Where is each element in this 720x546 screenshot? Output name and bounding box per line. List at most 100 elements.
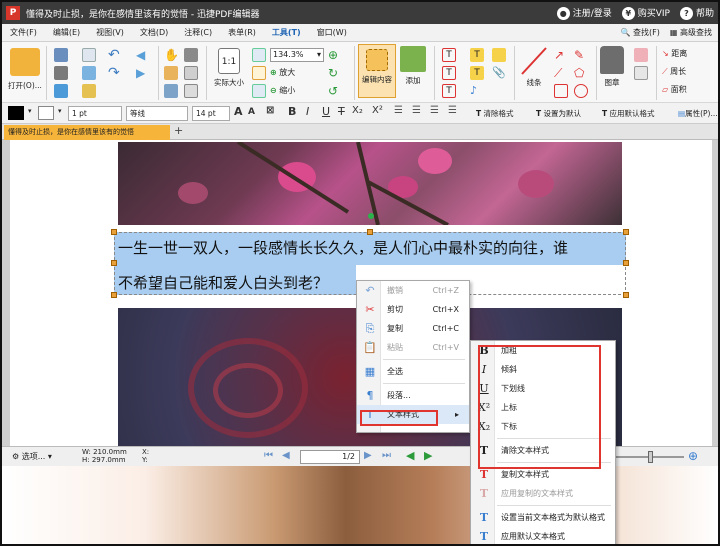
resize-handle[interactable]: [111, 229, 117, 235]
zoom-in-icon[interactable]: ⊕: [688, 449, 698, 463]
font-family-select[interactable]: 等线: [126, 106, 188, 121]
camera-icon[interactable]: [184, 48, 198, 62]
resize-handle[interactable]: [367, 229, 373, 235]
vip-button[interactable]: ¥ 购买VIP: [621, 6, 670, 20]
fit-page-icon[interactable]: [252, 48, 266, 62]
clear-format-button[interactable]: T 清除格式: [476, 108, 514, 119]
back-view-icon[interactable]: ◀: [406, 449, 414, 462]
underline-button[interactable]: U: [322, 105, 330, 118]
zoom-out-button[interactable]: ⊖ 缩小: [270, 85, 295, 96]
table-select-icon[interactable]: [184, 66, 198, 80]
char-spacing-icon[interactable]: ⊠: [266, 105, 274, 116]
resize-handle[interactable]: [623, 260, 629, 266]
tab-document[interactable]: 懂得及时止损，是你在感情里该有的觉悟: [4, 125, 170, 140]
italic-button[interactable]: I: [306, 105, 309, 118]
polyline-icon[interactable]: ⟋: [554, 66, 568, 80]
back-icon[interactable]: ◀: [136, 48, 150, 62]
align-left-icon[interactable]: ☰: [394, 105, 403, 116]
chevron-down-icon[interactable]: ▾: [28, 107, 32, 115]
actual-size-button[interactable]: 1:1 实际大小: [214, 48, 244, 88]
shrink-font-icon[interactable]: A: [248, 107, 255, 117]
help-button[interactable]: ? 帮助: [679, 6, 714, 20]
submenu-item[interactable]: T 应用复制的文本样式: [471, 484, 615, 503]
callout-icon[interactable]: T: [442, 84, 456, 98]
context-menu-item[interactable]: 📋 粘贴 Ctrl+V: [357, 338, 469, 357]
zoom-select[interactable]: 134.3% ▾: [270, 48, 324, 62]
rectangle-icon[interactable]: [554, 84, 568, 98]
menu-view[interactable]: 视图(V): [88, 27, 132, 38]
line-width-select[interactable]: 1 pt: [68, 106, 122, 121]
apply-default-button[interactable]: T 应用默认格式: [602, 108, 655, 119]
menu-file[interactable]: 文件(F): [2, 27, 45, 38]
text-line[interactable]: 不希望自己能和爱人白头到老？: [118, 272, 328, 293]
arrow-icon[interactable]: ↗: [554, 48, 568, 62]
ellipse-icon[interactable]: [574, 84, 588, 98]
highlight-area-icon[interactable]: [634, 66, 648, 80]
context-menu-item[interactable]: ✂ 剪切 Ctrl+X: [357, 300, 469, 319]
align-right-icon[interactable]: ☰: [430, 105, 439, 116]
resize-handle[interactable]: [111, 260, 117, 266]
next-page-icon[interactable]: ▶: [364, 450, 372, 461]
resize-handle[interactable]: [111, 292, 117, 298]
stamp-button[interactable]: 图章: [600, 46, 624, 88]
strikethrough-button[interactable]: T: [338, 105, 345, 118]
fit-width-icon[interactable]: [252, 66, 266, 80]
sticky-note-icon[interactable]: [492, 48, 506, 62]
find-button[interactable]: 🔍 查找(F): [621, 27, 660, 38]
zoom-slider-thumb[interactable]: [648, 451, 653, 463]
cloud-icon[interactable]: [82, 66, 96, 80]
text-box-icon[interactable]: T: [442, 48, 456, 62]
typewriter-icon[interactable]: T: [442, 66, 456, 80]
note-icon[interactable]: T: [470, 66, 484, 80]
forward-icon[interactable]: ▶: [136, 66, 150, 80]
chevron-down-icon[interactable]: ▾: [58, 107, 62, 115]
menu-document[interactable]: 文档(D): [132, 27, 176, 38]
hand-tool-icon[interactable]: ✋: [164, 48, 179, 62]
stroke-color-swatch[interactable]: [38, 106, 54, 120]
add-button[interactable]: 添加: [400, 46, 426, 86]
search-doc-icon[interactable]: [82, 84, 96, 98]
fill-color-swatch[interactable]: [8, 106, 24, 120]
select-text-icon[interactable]: [164, 66, 178, 80]
text-comment-icon[interactable]: T: [470, 48, 484, 62]
grow-font-icon[interactable]: A: [234, 105, 243, 118]
font-size-select[interactable]: 14 pt: [192, 106, 230, 121]
redo-icon[interactable]: ↷: [108, 66, 122, 80]
save-icon[interactable]: [54, 48, 68, 62]
polygon-icon[interactable]: ⬠: [574, 66, 588, 80]
new-page-icon[interactable]: [82, 48, 96, 62]
distance-button[interactable]: ↘ 距离: [662, 48, 687, 59]
pencil-icon[interactable]: ✎: [574, 48, 588, 62]
forward-view-icon[interactable]: ▶: [424, 449, 432, 462]
advanced-find-button[interactable]: ▦ 高级查找: [670, 27, 712, 38]
properties-button[interactable]: ▤属性(P)...: [678, 108, 718, 119]
refresh-icon[interactable]: ↺: [328, 84, 342, 98]
subscript-button[interactable]: X₂: [352, 105, 363, 116]
login-button[interactable]: ● 注册/登录: [556, 6, 612, 20]
menu-tools[interactable]: 工具(T): [264, 27, 309, 38]
first-page-icon[interactable]: ⏮: [264, 450, 273, 461]
email-icon[interactable]: [54, 84, 68, 98]
last-page-icon[interactable]: ⏭: [382, 450, 391, 461]
menu-edit[interactable]: 编辑(E): [45, 27, 88, 38]
options-button[interactable]: ⚙ 选项... ▾: [12, 451, 52, 462]
zoom-in-button[interactable]: ⊕ 放大: [270, 67, 295, 78]
resize-handle[interactable]: [623, 229, 629, 235]
page-number-input[interactable]: 1/2: [300, 450, 360, 464]
context-menu-item[interactable]: ↶ 撤销 Ctrl+Z: [357, 281, 469, 300]
line-button[interactable]: 线条: [520, 46, 548, 88]
zoom-icon[interactable]: ⊕: [328, 48, 342, 62]
print-icon[interactable]: [54, 66, 68, 80]
align-center-icon[interactable]: ☰: [412, 105, 421, 116]
menu-window[interactable]: 窗口(W): [309, 27, 355, 38]
prev-page-icon[interactable]: ◀: [282, 450, 290, 461]
snapshot-icon[interactable]: [164, 84, 178, 98]
context-menu-item[interactable]: ¶ 段落...: [357, 386, 469, 405]
context-menu-item[interactable]: ⎘ 复制 Ctrl+C: [357, 319, 469, 338]
submenu-item[interactable]: T 设置当前文本格式为默认格式: [471, 508, 615, 527]
rotate-handle[interactable]: [368, 213, 374, 219]
perimeter-button[interactable]: ⟋ 周长: [662, 66, 686, 77]
area-button[interactable]: ▱ 面积: [662, 84, 687, 95]
rotate-icon[interactable]: ↻: [328, 66, 342, 80]
menu-form[interactable]: 表单(R): [220, 27, 264, 38]
